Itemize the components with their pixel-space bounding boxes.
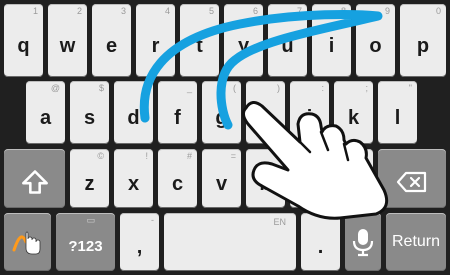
key-w-label: w xyxy=(59,34,76,57)
key-x[interactable]: ! x xyxy=(114,149,153,208)
key-t-label: t xyxy=(196,34,203,57)
key-k-hint: ; xyxy=(365,83,368,93)
key-l-hint: " xyxy=(408,83,412,93)
key-i-label: i xyxy=(328,34,335,57)
key-y-label: y xyxy=(237,34,250,57)
key-c-hint: # xyxy=(186,151,192,161)
comma-key[interactable]: - , xyxy=(120,213,159,271)
key-s[interactable]: $ s xyxy=(70,81,109,144)
key-z[interactable]: © z xyxy=(70,149,109,208)
key-u[interactable]: 7 u xyxy=(268,4,307,77)
key-m-label: m xyxy=(344,172,363,195)
key-a-label: a xyxy=(39,106,52,129)
comma-label: , xyxy=(136,236,143,258)
key-l-label: l xyxy=(394,106,401,129)
key-h-hint: ) xyxy=(277,83,280,93)
key-s-hint: $ xyxy=(98,83,104,93)
key-q-label: q xyxy=(17,34,30,57)
key-a-hint: @ xyxy=(50,83,60,93)
key-o-label: o xyxy=(369,34,382,57)
key-c[interactable]: # c xyxy=(158,149,197,208)
key-z-hint: © xyxy=(97,151,104,161)
key-f[interactable]: _ f xyxy=(158,81,197,144)
key-n[interactable]: n xyxy=(290,149,329,208)
shift-icon xyxy=(21,169,48,194)
return-key[interactable]: Return xyxy=(386,213,446,271)
settings-hint-icon: ▭ xyxy=(86,215,95,225)
key-j-hint: : xyxy=(321,83,324,93)
key-e-hint: 3 xyxy=(120,6,126,16)
key-g-label: g xyxy=(215,106,228,129)
key-d[interactable]: d xyxy=(114,81,153,144)
key-h[interactable]: ) h xyxy=(246,81,285,144)
key-n-label: n xyxy=(303,172,316,195)
key-p-hint: 0 xyxy=(435,6,441,16)
key-d-label: d xyxy=(127,106,140,129)
period-key[interactable]: . xyxy=(301,213,340,271)
key-z-label: z xyxy=(84,172,95,195)
period-label: . xyxy=(317,236,324,258)
key-v[interactable]: = v xyxy=(202,149,241,208)
key-y[interactable]: 6 y xyxy=(224,4,263,77)
key-q-hint: 1 xyxy=(32,6,38,16)
key-s-label: s xyxy=(83,106,96,129)
language-indicator: EN xyxy=(273,217,286,227)
key-p-label: p xyxy=(416,34,430,57)
key-f-label: f xyxy=(174,106,181,129)
key-r[interactable]: 4 r xyxy=(136,4,175,77)
key-b[interactable]: b xyxy=(246,149,285,208)
comma-hint: - xyxy=(151,215,154,225)
key-a[interactable]: @ a xyxy=(26,81,65,144)
symbols-label: ?123 xyxy=(68,237,103,255)
key-m[interactable]: m xyxy=(334,149,373,208)
key-t-hint: 5 xyxy=(208,6,214,16)
key-r-hint: 4 xyxy=(164,6,170,16)
key-v-label: v xyxy=(215,172,228,195)
space-bar[interactable]: EN xyxy=(164,213,296,271)
key-u-hint: 7 xyxy=(296,6,302,16)
gesture-typing-icon xyxy=(12,231,40,255)
key-k-label: k xyxy=(347,106,360,129)
key-f-hint: _ xyxy=(186,83,192,93)
key-c-label: c xyxy=(171,172,184,195)
key-g-hint: ( xyxy=(233,83,236,93)
key-l[interactable]: " l xyxy=(378,81,417,144)
key-b-label: b xyxy=(259,172,272,195)
mic-key[interactable] xyxy=(345,213,381,271)
keyboard: 1 q 2 w 3 e 4 r 5 t 6 y 7 u 8 i 9 o 0 p … xyxy=(0,0,450,275)
symbols-key[interactable]: ▭ ?123 xyxy=(56,213,115,271)
key-e[interactable]: 3 e xyxy=(92,4,131,77)
key-q[interactable]: 1 q xyxy=(4,4,43,77)
key-o-hint: 9 xyxy=(384,6,390,16)
key-x-label: x xyxy=(127,172,140,195)
key-o[interactable]: 9 o xyxy=(356,4,395,77)
key-p[interactable]: 0 p xyxy=(400,4,446,77)
key-g[interactable]: ( g xyxy=(202,81,241,144)
key-j-label: j xyxy=(306,106,313,129)
microphone-icon xyxy=(352,229,374,257)
key-i[interactable]: 8 i xyxy=(312,4,351,77)
backspace-key[interactable] xyxy=(378,149,446,208)
key-k[interactable]: ; k xyxy=(334,81,373,144)
key-i-hint: 8 xyxy=(340,6,346,16)
key-u-label: u xyxy=(281,34,294,57)
key-t[interactable]: 5 t xyxy=(180,4,219,77)
shift-key[interactable] xyxy=(4,149,65,208)
gesture-key[interactable] xyxy=(4,213,51,271)
return-label: Return xyxy=(391,233,441,250)
key-w-hint: 2 xyxy=(76,6,82,16)
key-w[interactable]: 2 w xyxy=(48,4,87,77)
key-y-hint: 6 xyxy=(252,6,258,16)
key-x-hint: ! xyxy=(145,151,148,161)
key-e-label: e xyxy=(105,34,118,57)
key-v-hint: = xyxy=(230,151,236,161)
backspace-icon xyxy=(396,171,427,192)
key-r-label: r xyxy=(151,34,160,57)
key-h-label: h xyxy=(259,106,272,129)
key-j[interactable]: : j xyxy=(290,81,329,144)
